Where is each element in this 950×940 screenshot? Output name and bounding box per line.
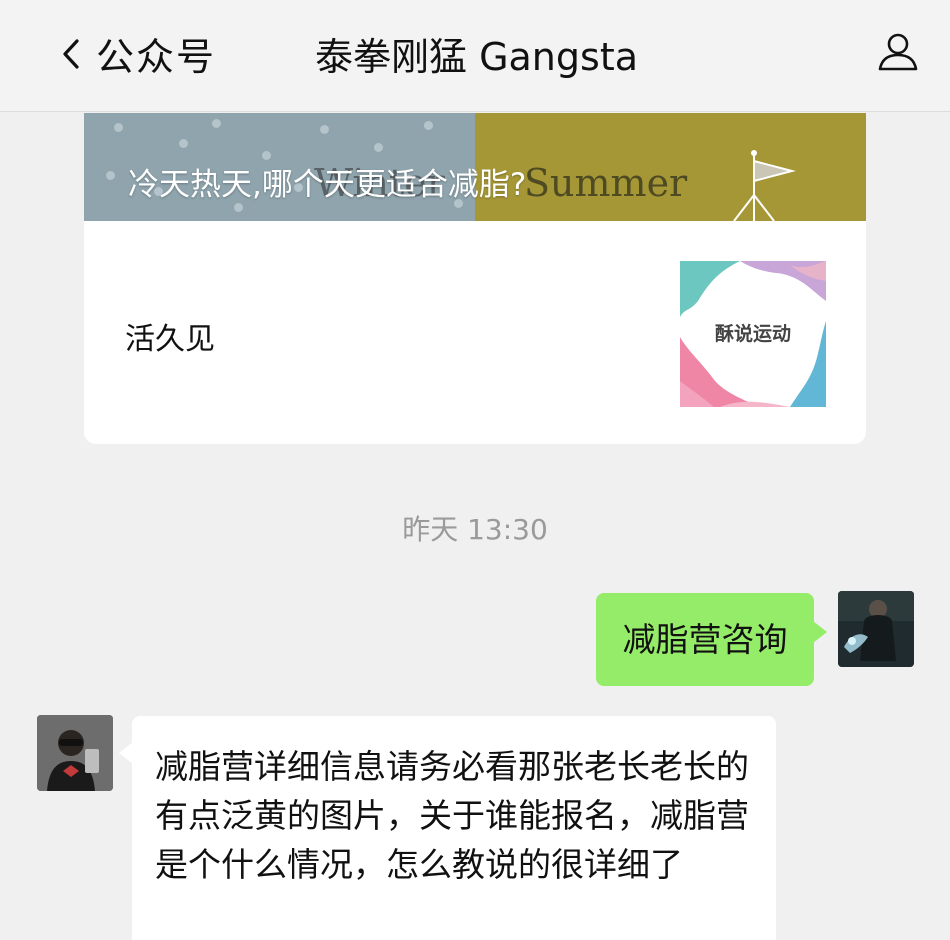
person-icon (878, 33, 918, 71)
chevron-left-icon (63, 39, 79, 69)
avatar-image (838, 591, 914, 667)
page-title: 泰拳刚猛 Gangsta (315, 35, 639, 79)
banner-word-summer: Summer (524, 161, 688, 205)
sent-message-bubble[interactable]: 减脂营咨询 (596, 593, 827, 686)
article-title: 冷天热天,哪个天更适合减脂? (128, 167, 527, 203)
top-nav-bar: 公众号 泰拳刚猛 Gangsta (0, 0, 950, 112)
thumbnail-label: 酥说运动 (714, 323, 791, 345)
profile-button[interactable] (876, 30, 920, 74)
article-summary: 活久见 (125, 322, 215, 357)
article-thumbnail: 酥说运动 (680, 261, 826, 407)
flag-icon (733, 150, 796, 221)
back-label[interactable]: 公众号 (96, 26, 216, 81)
chat-timestamp: 昨天 13:30 (402, 513, 548, 546)
received-message-text: 减脂营详细信息请务必看那张老长老长的有点泛黄的图片，关于谁能报名，减脂营是个什么… (155, 747, 749, 884)
back-button[interactable] (58, 34, 84, 74)
avatar-image (37, 715, 113, 791)
contact-avatar[interactable] (37, 715, 113, 791)
user-avatar[interactable] (838, 591, 914, 667)
received-message-bubble[interactable]: 减脂营详细信息请务必看那张老长老长的有点泛黄的图片，关于谁能报名，减脂营是个什么… (119, 716, 776, 940)
article-banner[interactable]: Winter Summer 冷天热天,哪个天更适合减脂? (84, 113, 866, 221)
article-card[interactable]: Winter Summer 冷天热天,哪个天更适合减脂? 活久见 酥说运动 (84, 113, 866, 444)
